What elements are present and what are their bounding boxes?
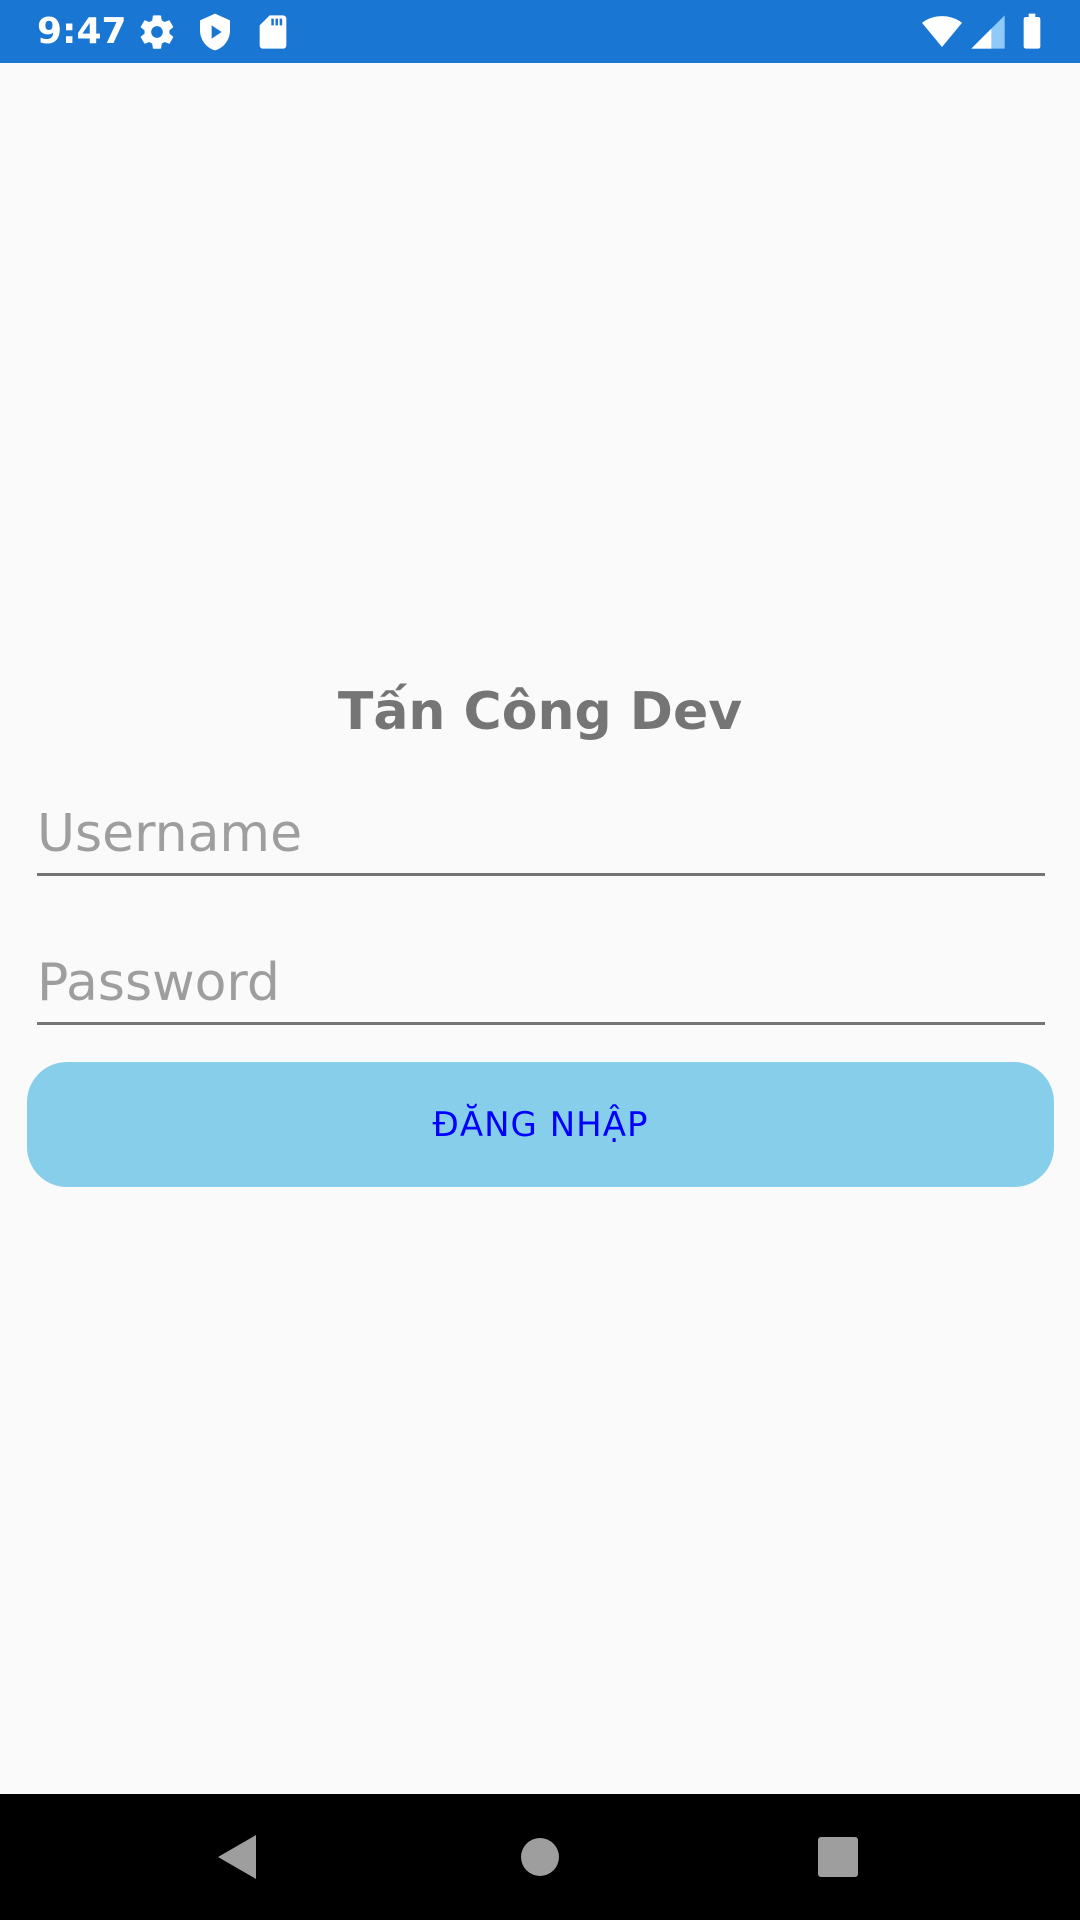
battery-icon	[1012, 12, 1052, 52]
app-title: Tấn Công Dev	[337, 682, 743, 742]
login-button[interactable]: ĐĂNG NHẬP	[27, 1062, 1054, 1187]
sd-card-icon	[253, 12, 293, 52]
settings-icon	[137, 12, 177, 52]
cell-signal-icon	[968, 12, 1008, 52]
back-icon[interactable]	[210, 1829, 266, 1885]
password-input[interactable]	[37, 944, 1045, 1025]
wifi-icon	[922, 12, 962, 52]
shield-play-icon	[195, 12, 235, 52]
navigation-bar	[0, 1794, 1080, 1920]
home-icon[interactable]	[512, 1829, 568, 1885]
username-input[interactable]	[37, 795, 1045, 876]
recents-icon[interactable]	[810, 1829, 866, 1885]
login-screen: 9:47 Tấn Công Dev ĐĂNG NHẬP	[0, 0, 1080, 1920]
status-time: 9:47	[37, 11, 127, 52]
status-bar: 9:47	[0, 0, 1080, 63]
